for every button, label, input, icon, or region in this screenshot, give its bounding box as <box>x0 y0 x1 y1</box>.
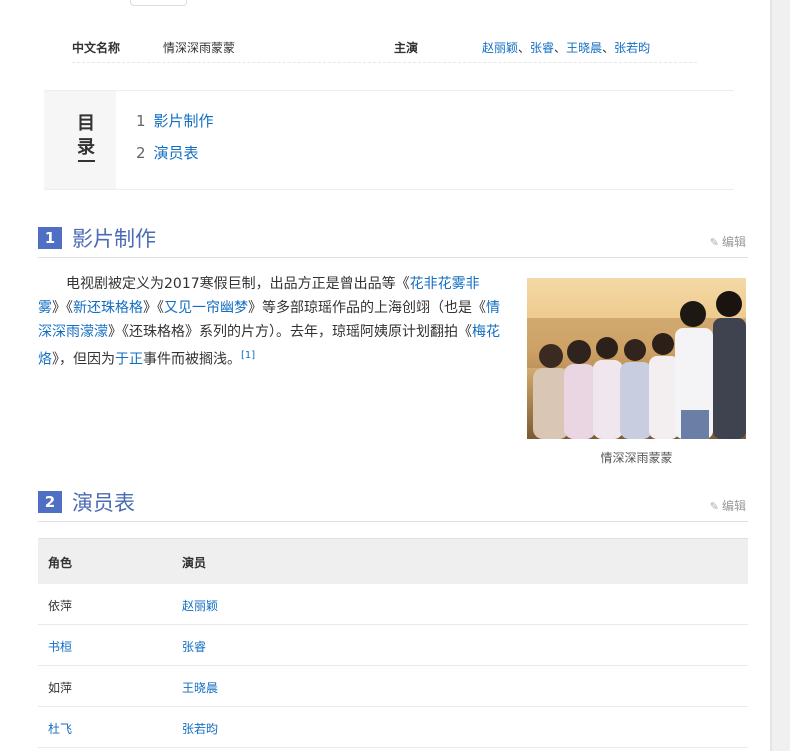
page-content: 中文名称 情深深雨蒙蒙 主演 赵丽颖、张睿、王晓晨、张若昀 目 录 1 影片制作 … <box>0 0 771 751</box>
column-header-actor: 演员 <box>182 556 207 570</box>
section-production-header: 1 影片制作 ✎ 编辑 <box>38 227 748 258</box>
table-row: 依萍 赵丽颖 <box>38 584 748 625</box>
text: 》等多部琼瑶作品的上海创翊（也是《 <box>248 300 486 316</box>
actor-link[interactable]: 张睿 <box>182 638 206 655</box>
table-of-contents: 目 录 1 影片制作 2 演员表 <box>44 90 734 190</box>
section-title: 演员表 <box>72 491 135 515</box>
text: 》《还珠格格》系列的片方）。去年，琼瑶阿姨原计划翻拍《 <box>108 324 472 340</box>
toc-item-production[interactable]: 1 影片制作 <box>136 110 214 131</box>
text: 》《 <box>143 300 164 316</box>
work-link[interactable]: 新还珠格格 <box>73 300 143 316</box>
role-cell: 依萍 <box>48 599 73 613</box>
table-header: 角色 演员 <box>38 538 748 584</box>
toc-item-label: 影片制作 <box>153 112 214 130</box>
cast-table: 角色 演员 依萍 赵丽颖 书桓 张睿 如萍 王晓晨 杜飞 张若昀 <box>38 538 748 748</box>
section-number: 2 <box>38 491 62 513</box>
starring-label: 主演 <box>394 41 419 55</box>
toc-item-label: 演员表 <box>153 144 199 162</box>
starring-link[interactable]: 赵丽颖 <box>482 41 518 55</box>
table-row: 杜飞 张若昀 <box>38 707 748 748</box>
role-link[interactable]: 杜飞 <box>48 720 72 737</box>
chinese-name-value: 情深深雨蒙蒙 <box>163 41 236 55</box>
column-header-role: 角色 <box>48 556 73 570</box>
starring-list: 赵丽颖、张睿、王晓晨、张若昀 <box>482 39 650 56</box>
edit-label: 编辑 <box>721 499 746 513</box>
edit-link[interactable]: ✎ 编辑 <box>710 497 746 514</box>
starring-link[interactable]: 王晓晨 <box>566 41 602 55</box>
text: 事件而被搁浅。 <box>143 351 241 368</box>
table-row: 书桓 张睿 <box>38 625 748 666</box>
edit-label: 编辑 <box>721 235 746 249</box>
role-link[interactable]: 书桓 <box>48 638 72 655</box>
text: 》《 <box>52 300 73 316</box>
separator: 、 <box>602 41 615 55</box>
separator: 、 <box>554 41 567 55</box>
starring-link[interactable]: 张若昀 <box>614 41 650 55</box>
production-paragraph: 电视剧被定义为2017寒假巨制，出品方正是曾出品等《花非花雾非雾》《新还珠格格》… <box>38 272 500 372</box>
work-link[interactable]: 又见一帘幽梦 <box>164 300 248 316</box>
scrollbar[interactable] <box>771 0 790 751</box>
section-number: 1 <box>38 227 62 249</box>
pencil-icon: ✎ <box>709 500 719 513</box>
reference-link[interactable]: [1] <box>241 350 255 361</box>
text: 电视剧被定义为2017寒假巨制，出品方正是曾出品等《 <box>66 276 410 292</box>
table-row: 如萍 王晓晨 <box>38 666 748 707</box>
toc-item-number: 2 <box>136 144 146 162</box>
role-cell: 如萍 <box>48 681 73 695</box>
actor-link[interactable]: 赵丽颖 <box>182 597 218 614</box>
toc-item-cast[interactable]: 2 演员表 <box>136 142 199 163</box>
top-button[interactable] <box>130 0 187 6</box>
toc-underline <box>78 160 95 162</box>
photo-caption: 情深深雨蒙蒙 <box>600 451 673 465</box>
cast-photo-image <box>527 278 746 439</box>
cast-photo[interactable] <box>527 278 746 439</box>
pencil-icon: ✎ <box>709 236 719 249</box>
toc-item-number: 1 <box>136 112 146 130</box>
edit-link[interactable]: ✎ 编辑 <box>710 233 746 250</box>
toc-title-char-2: 录 <box>77 137 95 158</box>
actor-link[interactable]: 王晓晨 <box>182 679 218 696</box>
actor-link[interactable]: 张若昀 <box>182 720 218 737</box>
starring-link[interactable]: 张睿 <box>530 41 554 55</box>
text: 》，但因为 <box>52 351 115 368</box>
person-link[interactable]: 于正 <box>115 352 143 368</box>
section-title: 影片制作 <box>72 227 156 251</box>
separator: 、 <box>518 41 531 55</box>
section-cast-header: 2 演员表 ✎ 编辑 <box>38 491 748 522</box>
toc-heading: 目 录 <box>44 91 116 189</box>
chinese-name-label: 中文名称 <box>72 41 121 55</box>
toc-title-char-1: 目 <box>77 113 95 134</box>
basic-info-row: 中文名称 情深深雨蒙蒙 主演 赵丽颖、张睿、王晓晨、张若昀 <box>72 34 697 63</box>
